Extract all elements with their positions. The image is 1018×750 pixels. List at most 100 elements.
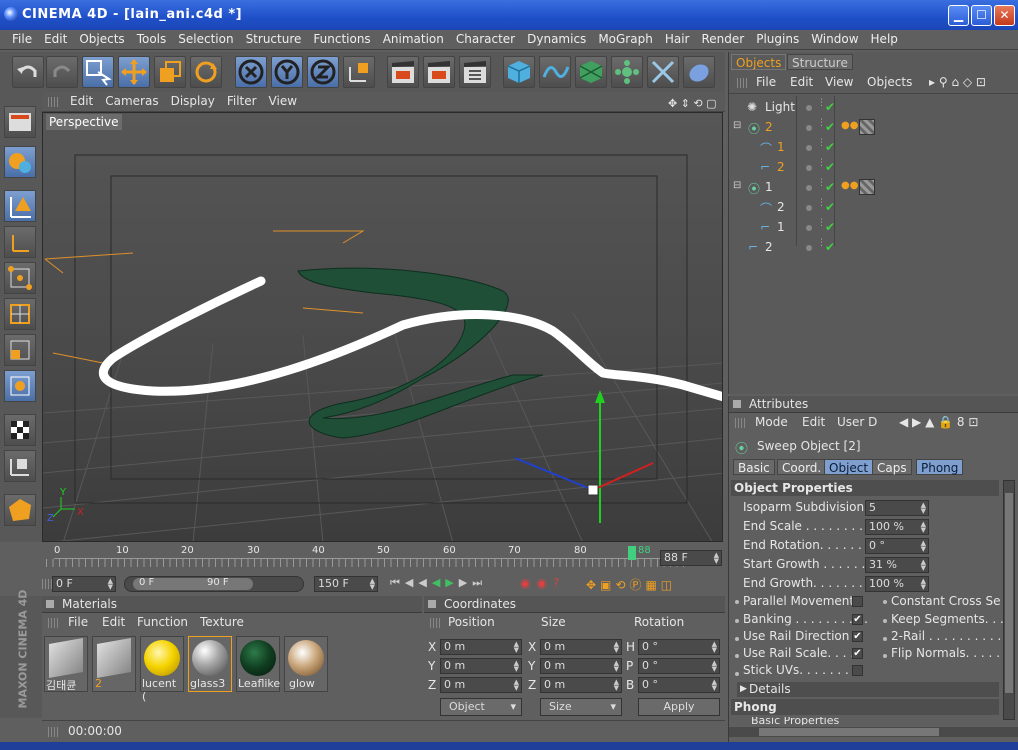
- menu-file[interactable]: File: [12, 30, 32, 48]
- texture-tag-icon[interactable]: [859, 119, 875, 135]
- enabled-check-icon[interactable]: ✔: [825, 100, 835, 114]
- objects-menu-view[interactable]: View: [825, 75, 853, 89]
- size-z-field[interactable]: 0 m ▲ ▼: [540, 677, 622, 693]
- end-frame-field[interactable]: 150 F ▲ ▼: [314, 576, 378, 592]
- tab-phong[interactable]: Phong: [916, 459, 964, 475]
- menu-animation[interactable]: Animation: [383, 30, 444, 48]
- minimize-button[interactable]: ▁: [948, 5, 969, 26]
- apply-button[interactable]: Apply: [638, 698, 720, 716]
- coordinate-system-icon[interactable]: [343, 56, 375, 88]
- objects-menu-objects[interactable]: Objects: [867, 75, 912, 89]
- viewport-menu-filter[interactable]: Filter: [227, 92, 257, 111]
- position-y-field[interactable]: 0 m ▲ ▼: [440, 658, 522, 674]
- material-swatch[interactable]: 2: [92, 636, 136, 692]
- menu-tools[interactable]: Tools: [137, 30, 167, 48]
- spline-pen-icon[interactable]: [539, 56, 571, 88]
- keep-segments-label[interactable]: Keep Segments. . .: [891, 612, 1004, 626]
- render-view-icon[interactable]: [387, 56, 419, 88]
- rotate-icon[interactable]: [190, 56, 222, 88]
- live-selection-icon[interactable]: [82, 56, 114, 88]
- axis-mode-icon[interactable]: [4, 226, 36, 258]
- use-rail-scale-checkbox[interactable]: ✔: [852, 648, 863, 659]
- menu-window[interactable]: Window: [811, 30, 858, 48]
- polygons-mode-icon[interactable]: [4, 334, 36, 366]
- rotation-b-field[interactable]: 0 ° ▲ ▼: [638, 677, 720, 693]
- playback-controls[interactable]: ⏮◀◀◀▶▶⏭: [390, 576, 487, 590]
- material-tag-icon[interactable]: ●●: [841, 180, 858, 191]
- attributes-scrollbar[interactable]: [1003, 480, 1015, 720]
- range-slider[interactable]: 0 F 90 F: [124, 576, 304, 592]
- start-frame-field[interactable]: 0 F ▲ ▼: [52, 576, 116, 592]
- menu-plugins[interactable]: Plugins: [756, 30, 799, 48]
- menu-mograph[interactable]: MoGraph: [598, 30, 653, 48]
- menu-help[interactable]: Help: [871, 30, 898, 48]
- stick-uvs-checkbox[interactable]: [852, 665, 863, 676]
- model-mode-icon[interactable]: [4, 146, 36, 178]
- end-growth-field[interactable]: 100 % ▲ ▼: [865, 576, 929, 592]
- attributes-menu-userdata[interactable]: User D: [837, 415, 877, 429]
- object-row-spline-1[interactable]: ⌒ 1 ⋮ ✔: [729, 138, 1018, 158]
- rotation-p-field[interactable]: 0 ° ▲ ▼: [638, 658, 720, 674]
- menu-structure[interactable]: Structure: [246, 30, 302, 48]
- edges-mode-icon[interactable]: [4, 298, 36, 330]
- tab-structure[interactable]: Structure: [787, 54, 853, 70]
- menu-objects[interactable]: Objects: [79, 30, 124, 48]
- menu-edit[interactable]: Edit: [44, 30, 67, 48]
- points-mode-icon[interactable]: [4, 262, 36, 294]
- timeline-ruler[interactable]: 0 10 20 30 40 50 60 70 80 88 88 F ▲ ▼: [42, 544, 725, 572]
- key-track-icons[interactable]: ✥▣⟲Ⓟ▦◫: [586, 576, 676, 593]
- viewport-menu-cameras[interactable]: Cameras: [105, 92, 158, 111]
- materials-menu-function[interactable]: Function: [137, 615, 188, 629]
- objects-menu-file[interactable]: File: [756, 75, 776, 89]
- cube-icon[interactable]: [503, 56, 535, 88]
- deformer-icon[interactable]: [647, 56, 679, 88]
- viewport-menu-edit[interactable]: Edit: [70, 92, 93, 111]
- texture-tag-icon[interactable]: [859, 179, 875, 195]
- use-rail-direction-checkbox[interactable]: ✔: [852, 631, 863, 642]
- tab-object[interactable]: Object: [824, 459, 874, 475]
- checker-icon[interactable]: [4, 414, 36, 446]
- attributes-menu-edit[interactable]: Edit: [802, 415, 825, 429]
- attributes-menu-mode[interactable]: Mode: [755, 415, 788, 429]
- tab-objects[interactable]: Objects: [731, 54, 787, 70]
- nurbs-icon[interactable]: [575, 56, 607, 88]
- start-growth-field[interactable]: 31 % ▲ ▼: [865, 557, 929, 573]
- position-x-field[interactable]: 0 m ▲ ▼: [440, 639, 522, 655]
- menu-dynamics[interactable]: Dynamics: [527, 30, 586, 48]
- maximize-button[interactable]: ☐: [971, 5, 992, 26]
- layout-icon[interactable]: [4, 106, 36, 138]
- playhead-handle[interactable]: [628, 546, 636, 560]
- texture-mode-icon[interactable]: [4, 370, 36, 402]
- current-frame-field[interactable]: 88 F ▲ ▼: [660, 550, 722, 566]
- coord-mode-dropdown[interactable]: Object ▾: [440, 698, 522, 716]
- object-row-spline-2[interactable]: ⌐ 2 ⋮ ✔: [729, 158, 1018, 178]
- end-scale-field[interactable]: 100 % ▲ ▼: [865, 519, 929, 535]
- parallel-movement-checkbox[interactable]: [852, 596, 863, 607]
- material-swatch[interactable]: 김태큔: [44, 636, 88, 692]
- tab-basic[interactable]: Basic: [733, 459, 775, 475]
- scene-icon[interactable]: [683, 56, 715, 88]
- attributes-hscrollbar[interactable]: [729, 727, 1018, 737]
- z-axis-icon[interactable]: [307, 56, 339, 88]
- sculpt-icon[interactable]: [4, 494, 36, 526]
- object-row-sweep-2[interactable]: ⊟ ⦿ 2 ⋮ ✔ ●●: [729, 118, 1018, 138]
- material-swatch[interactable]: Leaflike: [236, 636, 280, 692]
- materials-menu-texture[interactable]: Texture: [200, 615, 244, 629]
- move-icon[interactable]: [118, 56, 150, 88]
- details-group[interactable]: ▶ Details: [737, 682, 999, 697]
- flip-normals-label[interactable]: Flip Normals. . . . . .: [891, 646, 1008, 660]
- constant-cross-section-label[interactable]: Constant Cross Se: [891, 594, 1000, 608]
- object-row-light[interactable]: ✺ Light ⋮ ✔: [729, 98, 1018, 118]
- viewport-menu-view[interactable]: View: [269, 92, 297, 111]
- menu-selection[interactable]: Selection: [178, 30, 233, 48]
- record-keys-icon[interactable]: ◉◉?: [520, 576, 565, 590]
- objects-menu-edit[interactable]: Edit: [790, 75, 813, 89]
- viewport-camera-label[interactable]: Perspective: [46, 114, 122, 130]
- array-icon[interactable]: [611, 56, 643, 88]
- basic-properties-group[interactable]: Basic Properties: [737, 717, 999, 725]
- render-picture-icon[interactable]: [423, 56, 455, 88]
- object-mode-icon[interactable]: [4, 190, 36, 222]
- material-swatch[interactable]: lucent (: [140, 636, 184, 703]
- banking-checkbox[interactable]: ✔: [852, 614, 863, 625]
- viewport-nav-icons[interactable]: ✥ ⇕ ⟲ ▢: [668, 94, 717, 113]
